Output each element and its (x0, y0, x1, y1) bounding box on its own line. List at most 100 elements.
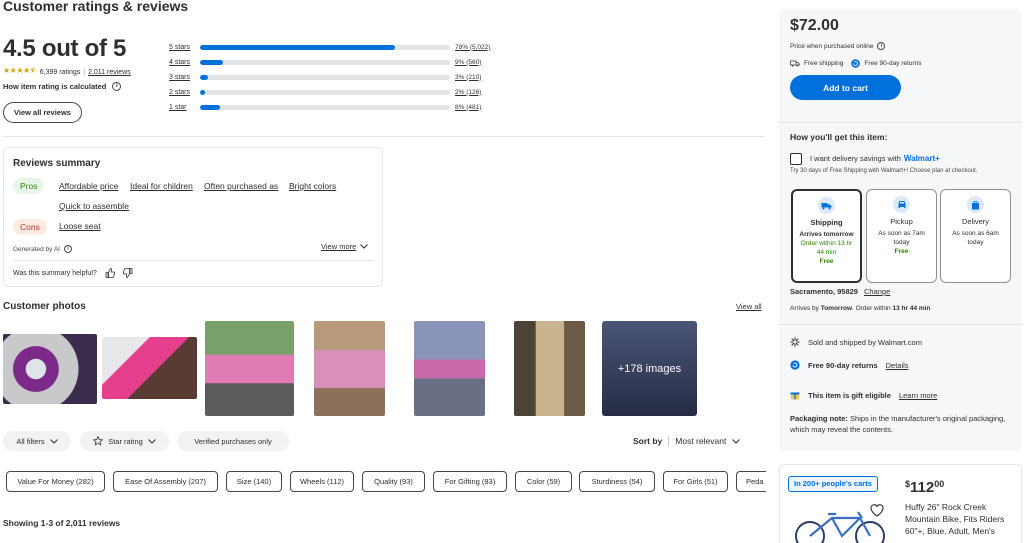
view-more-button[interactable]: View more (321, 242, 369, 251)
rating-bar-label[interactable]: 5 stars (169, 44, 200, 51)
walmart-spark-icon (790, 337, 800, 347)
topic-chip[interactable]: Wheels (112) (290, 471, 354, 492)
verified-label: Verified purchases only (194, 436, 272, 446)
customer-photo[interactable] (102, 337, 197, 399)
all-filters-label: All filters (16, 436, 45, 446)
more-images-label: +178 images (617, 362, 682, 375)
arrives-by-line: Arrives by Tomorrow. Order within 13 hr … (790, 305, 930, 312)
verified-purchases-filter[interactable]: Verified purchases only (177, 431, 289, 451)
pros-tag[interactable]: Affordable price (59, 181, 118, 191)
info-icon[interactable]: i (112, 82, 122, 91)
chip-label: Sturdiness (54) (591, 477, 643, 486)
rating-bar-row[interactable]: 2 stars 2% (126) (169, 87, 499, 97)
chip-label: Value For Money (282) (17, 477, 94, 486)
reviews-summary-title: Reviews summary (13, 158, 101, 169)
returns-details-link[interactable]: Details (886, 361, 909, 370)
customer-photo[interactable] (514, 321, 585, 416)
price-whole: 112 (910, 479, 935, 496)
rating-bar-label[interactable]: 2 stars (169, 89, 200, 96)
topic-chip[interactable]: For Gifting (83) (433, 471, 507, 492)
divider (668, 436, 670, 446)
gift-icon (790, 392, 800, 400)
pros-tag[interactable]: Bright colors (289, 181, 336, 191)
rating-bar-count[interactable]: 9% (560) (455, 59, 481, 66)
photos-view-all-link[interactable]: View all (736, 302, 762, 311)
chip-label: Size (140) (236, 477, 272, 486)
customer-photo[interactable] (3, 334, 97, 404)
star-outline-icon (93, 436, 104, 446)
rating-bar-fill (200, 44, 395, 50)
price-note-label: Price when purchased online (790, 42, 874, 50)
fulfillment-title: How you'll get this item: (790, 132, 888, 142)
pros-tag[interactable]: Ideal for children (130, 181, 193, 191)
rating-bar-row[interactable]: 1 star 8% (481) (169, 102, 499, 112)
thumbs-up-icon[interactable] (105, 268, 115, 278)
reviews-count-link[interactable]: 2,011 reviews (88, 69, 131, 76)
option-line: today (967, 239, 984, 246)
delivery-savings-text: I want delivery savings with (810, 154, 901, 163)
chevron-down-icon (360, 244, 369, 249)
topic-chip[interactable]: Color (59) (515, 471, 572, 492)
view-more-label: View more (321, 242, 357, 251)
cons-tag[interactable]: Loose seat (59, 221, 101, 231)
rating-bar-label[interactable]: 1 star (169, 104, 200, 111)
rating-calc-info[interactable]: How item rating is calculated i (3, 82, 122, 91)
ratings-count: 6,399 ratings (39, 68, 81, 76)
chip-label: Quality (93) (374, 477, 413, 486)
chevron-down-icon (732, 438, 741, 444)
divider (779, 324, 1022, 325)
rating-bar-row[interactable]: 3 stars 3% (210) (169, 72, 499, 82)
customer-photo[interactable] (414, 321, 485, 416)
rating-bar-count[interactable]: 3% (210) (455, 74, 481, 81)
customer-photo[interactable] (314, 321, 385, 416)
sort-dropdown[interactable]: Sort by Most relevant (633, 436, 741, 446)
option-line: Free (894, 248, 909, 255)
pickup-option[interactable]: Pickup As soon as 7am today Free (866, 189, 937, 283)
change-location-link[interactable]: Change (864, 287, 890, 296)
thumbs-down-icon[interactable] (122, 268, 133, 278)
info-icon[interactable]: i (63, 245, 72, 253)
price-note: Price when purchased online i (790, 42, 886, 50)
chip-label: For Girls (51) (673, 477, 718, 486)
view-all-reviews-button[interactable]: View all reviews (3, 102, 82, 123)
rating-bar-label[interactable]: 3 stars (169, 74, 200, 81)
gift-learn-more-link[interactable]: Learn more (899, 391, 937, 400)
topic-chip[interactable]: For Girls (51) (663, 471, 728, 492)
rating-bar-row[interactable]: 4 stars 9% (560) (169, 57, 499, 67)
all-filters-button[interactable]: All filters (3, 431, 71, 451)
topic-chip[interactable]: Sturdiness (54) (579, 471, 655, 492)
rating-bar-track (200, 89, 450, 95)
add-to-cart-button[interactable]: Add to cart (790, 75, 901, 100)
delivery-option[interactable]: Delivery As soon as 6am today (940, 189, 1011, 283)
star-rating-filter[interactable]: Star rating (80, 431, 169, 451)
rating-bar-row[interactable]: 5 stars 78% (5,022) (169, 42, 499, 52)
star-rating-icon: ★★★★⯪ (3, 66, 37, 75)
rating-bar-count[interactable]: 8% (481) (455, 104, 481, 111)
rating-bar-count[interactable]: 2% (126) (455, 89, 481, 96)
more-images-button[interactable]: +178 images (602, 321, 697, 416)
rating-bar-count[interactable]: 78% (5,022) (455, 44, 490, 51)
pros-tag[interactable]: Often purchased as (204, 181, 278, 191)
rating-bar-track (200, 44, 450, 50)
pros-tag[interactable]: Quick to assemble (59, 201, 129, 211)
shipping-option[interactable]: Shipping Arrives tomorrow Order within 1… (791, 189, 862, 283)
returns-icon (790, 360, 800, 370)
separator: | (83, 68, 86, 76)
chevron-down-icon (49, 438, 58, 444)
returns-label: Free 90-day returns (808, 360, 878, 370)
bike-image[interactable] (790, 504, 890, 543)
topic-chip[interactable]: Peda (736, 471, 766, 492)
customer-photo[interactable] (205, 321, 294, 416)
option-title: Delivery (961, 217, 990, 226)
pros-badge: Pros (13, 178, 45, 194)
topic-chip[interactable]: Size (140) (226, 471, 282, 492)
chip-label: For Gifting (83) (444, 477, 496, 486)
info-icon[interactable]: i (877, 42, 886, 50)
delivery-savings-checkbox[interactable] (790, 153, 802, 165)
chevron-down-icon (147, 438, 156, 444)
topic-chip[interactable]: Ease Of Assembly (207) (113, 471, 218, 492)
product-card-title[interactable]: Huffy 26" Rock Creek Mountain Bike, Fits… (905, 501, 1017, 537)
topic-chip[interactable]: Quality (93) (362, 471, 425, 492)
topic-chip[interactable]: Value For Money (282) (6, 471, 105, 492)
rating-bar-label[interactable]: 4 stars (169, 59, 200, 66)
